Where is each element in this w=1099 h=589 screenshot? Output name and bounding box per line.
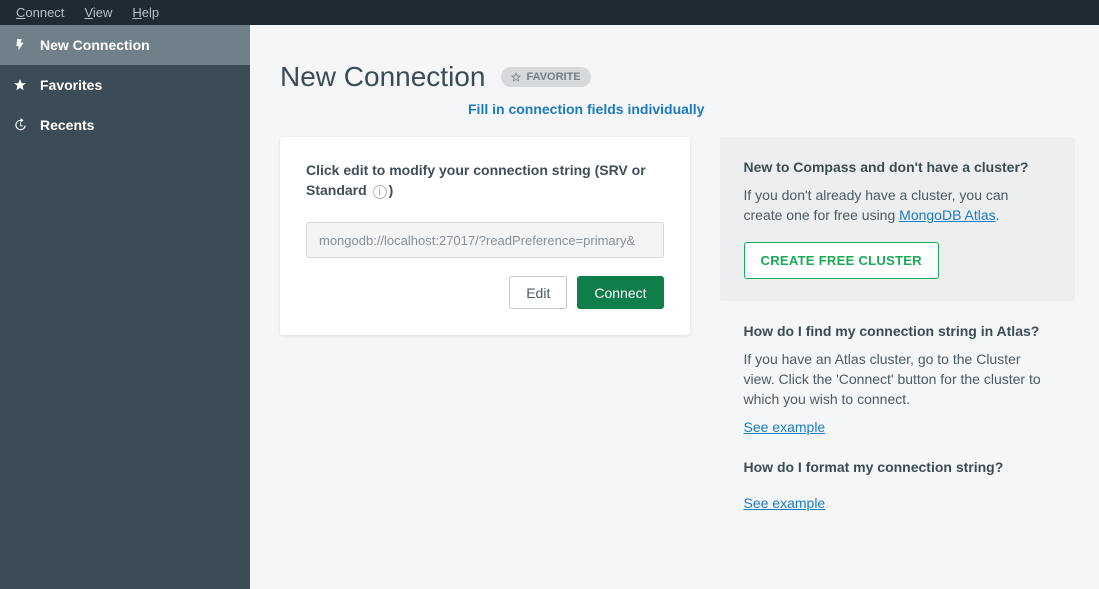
connect-button[interactable]: Connect [577,276,663,309]
menu-connect[interactable]: Connect [6,0,74,25]
history-icon [12,117,28,133]
help-format-title: How do I format my connection string? [744,459,1052,475]
sidebar-item-favorites[interactable]: Favorites [0,65,250,105]
fill-fields-link[interactable]: Fill in connection fields individually [468,101,704,117]
sidebar-item-recents[interactable]: Recents [0,105,250,145]
bolt-icon [12,37,28,53]
help-column: New to Compass and don't have a cluster?… [720,137,1076,513]
see-example-find-link[interactable]: See example [744,419,826,435]
main-content: New Connection FAVORITE Fill in connecti… [250,25,1099,589]
conn-label-post: ) [389,182,394,198]
help-box-title: New to Compass and don't have a cluster? [744,159,1052,175]
connection-string-input[interactable] [306,222,664,258]
help-box-text: If you don't already have a cluster, you… [744,185,1052,226]
sidebar-item-new-connection[interactable]: New Connection [0,25,250,65]
sidebar: New Connection Favorites Recents [0,25,250,589]
connection-card: Click edit to modify your connection str… [280,137,690,335]
star-icon [12,77,28,93]
menu-help[interactable]: Help [122,0,169,25]
favorite-button[interactable]: FAVORITE [501,67,590,87]
favorite-label: FAVORITE [526,71,580,83]
help-section-find: How do I find my connection string in At… [720,301,1076,438]
mongodb-atlas-link[interactable]: MongoDB Atlas [899,207,996,223]
help-section-format: How do I format my connection string? Se… [720,437,1076,513]
create-free-cluster-button[interactable]: CREATE FREE CLUSTER [744,242,939,279]
connection-card-label: Click edit to modify your connection str… [306,161,664,200]
help-find-title: How do I find my connection string in At… [744,323,1052,339]
sidebar-item-label: New Connection [40,37,150,53]
conn-label-pre: Click edit to modify your connection str… [306,162,646,198]
menubar: Connect View Help [0,0,1099,25]
see-example-format-link[interactable]: See example [744,495,826,511]
help-box-new-cluster: New to Compass and don't have a cluster?… [720,137,1076,301]
edit-button[interactable]: Edit [509,276,567,309]
menu-view[interactable]: View [74,0,122,25]
sidebar-item-label: Recents [40,117,94,133]
info-icon[interactable]: i [373,185,387,199]
sidebar-item-label: Favorites [40,77,102,93]
page-title: New Connection [280,61,485,93]
help-find-text: If you have an Atlas cluster, go to the … [744,349,1052,410]
star-outline-icon [511,72,521,82]
